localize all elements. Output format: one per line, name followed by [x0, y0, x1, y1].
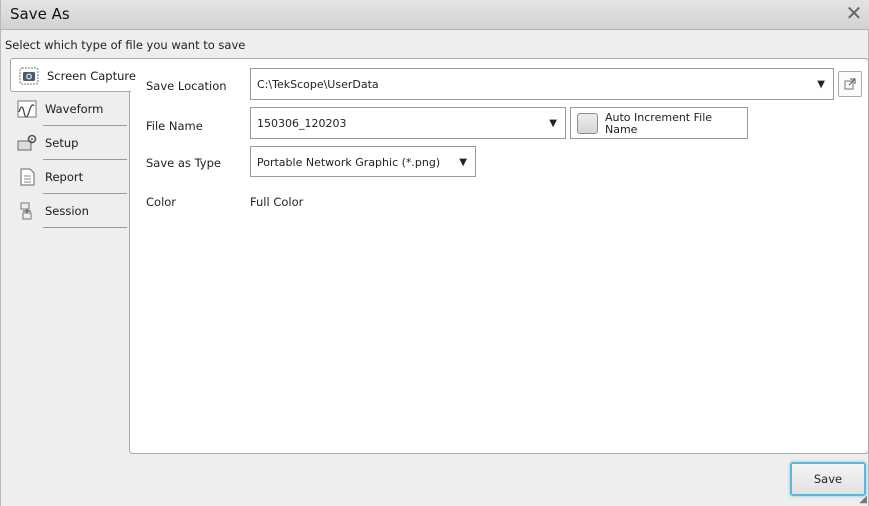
dialog-title: Save As	[10, 5, 70, 23]
dialog-instructions: Select which type of file you want to sa…	[5, 38, 246, 52]
camera-icon	[19, 67, 39, 85]
screen-capture-panel: Save Location C:\TekScope\UserData ▼ Fil…	[129, 58, 869, 454]
tab-report[interactable]: Report	[9, 160, 133, 194]
tab-label: Setup	[45, 136, 79, 150]
file-name-label: File Name	[146, 119, 203, 133]
auto-increment-label: Auto Increment File Name	[605, 111, 713, 136]
save-location-dropdown[interactable]: C:\TekScope\UserData ▼	[250, 68, 834, 100]
browse-location-button[interactable]	[838, 71, 862, 97]
save-as-dialog: Save As ✕ Select which type of file you …	[0, 0, 869, 506]
save-as-type-label: Save as Type	[146, 156, 221, 170]
save-location-value: C:\TekScope\UserData	[257, 78, 379, 91]
open-external-icon	[844, 78, 856, 90]
save-as-type-dropdown[interactable]: Portable Network Graphic (*.png) ▼	[250, 146, 476, 177]
document-icon	[20, 168, 35, 186]
auto-increment-toggle[interactable]: Auto Increment File Name	[570, 107, 748, 139]
color-value: Full Color	[250, 195, 304, 209]
chevron-down-icon: ▼	[817, 79, 825, 90]
session-icon	[20, 202, 32, 220]
title-bar: Save As ✕	[1, 0, 869, 30]
setup-icon	[17, 134, 37, 151]
tab-label: Report	[45, 170, 84, 184]
tab-label: Screen Capture	[47, 69, 136, 83]
save-button[interactable]: Save	[790, 462, 866, 496]
tab-setup[interactable]: Setup	[9, 126, 133, 160]
close-icon[interactable]: ✕	[844, 3, 864, 23]
save-as-type-value: Portable Network Graphic (*.png)	[257, 156, 441, 169]
tab-screen-capture[interactable]: Screen Capture	[10, 58, 136, 92]
chevron-down-icon: ▼	[549, 118, 557, 129]
chevron-down-icon: ▼	[459, 157, 467, 168]
save-location-label: Save Location	[146, 79, 227, 93]
resize-grip-icon[interactable]: ◢	[859, 494, 867, 505]
file-name-value: 150306_120203	[257, 117, 347, 130]
tab-waveform[interactable]: Waveform	[9, 92, 133, 126]
tab-session[interactable]: Session	[9, 194, 133, 228]
tab-divider	[43, 227, 127, 228]
file-type-tabs: Screen Capture Waveform Setup Report Ses…	[9, 58, 136, 228]
tab-label: Session	[45, 204, 89, 218]
color-label: Color	[146, 195, 177, 209]
waveform-icon	[17, 100, 37, 118]
auto-increment-checkbox[interactable]	[577, 113, 598, 134]
file-name-input[interactable]: 150306_120203 ▼	[250, 107, 566, 139]
tab-label: Waveform	[45, 102, 104, 116]
